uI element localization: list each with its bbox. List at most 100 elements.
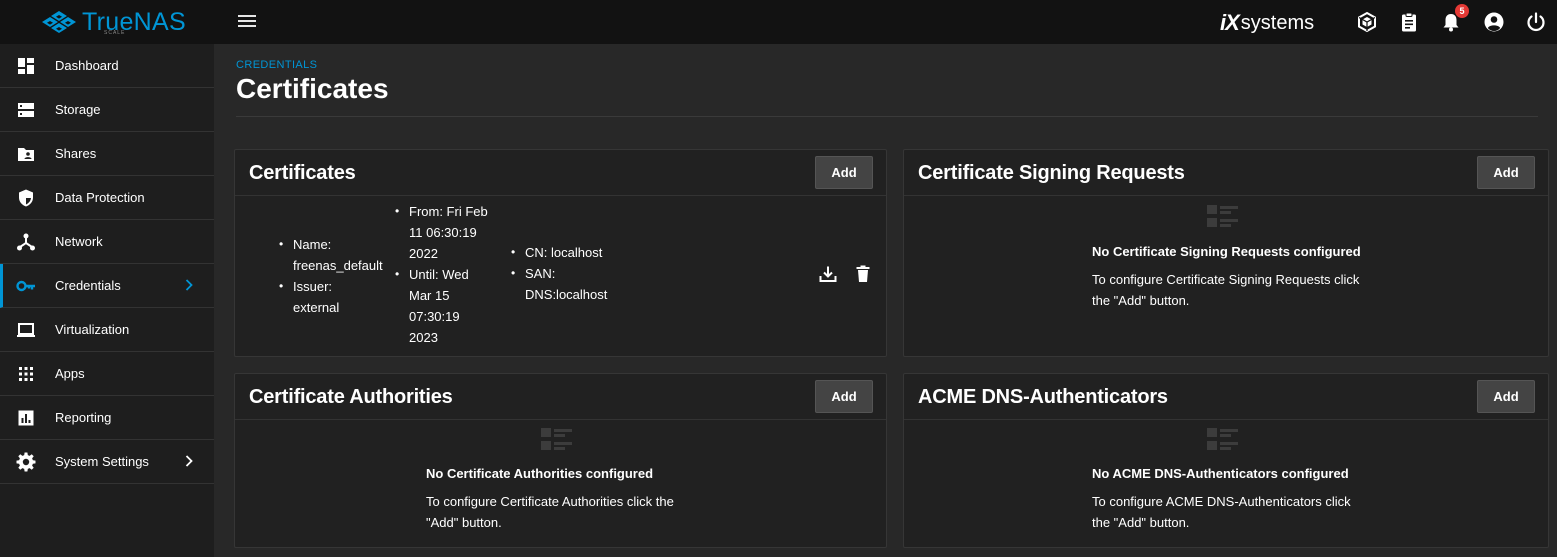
add-certificate-button[interactable]: Add: [815, 156, 873, 189]
sidebar-item-reporting[interactable]: Reporting: [0, 396, 214, 440]
cn-san-column: CN: localhost SAN: DNS:localhost: [511, 242, 651, 305]
empty-list-icon: [541, 428, 572, 450]
empty-text-line2: the "Add" button.: [1092, 293, 1190, 308]
cert-from-line2: 11 06:30:19: [409, 225, 477, 240]
hamburger-icon-bar: [238, 20, 256, 22]
notification-badge: 5: [1455, 4, 1469, 18]
breadcrumb[interactable]: CREDENTIALS: [236, 59, 317, 71]
cert-from-line3: 2022: [409, 246, 438, 261]
list-item: From: Fri Feb 11 06:30:19 2022: [395, 201, 505, 264]
cert-san-label: SAN:: [525, 266, 556, 281]
add-ca-button[interactable]: Add: [815, 380, 873, 413]
empty-text-line1: To configure Certificate Authorities cli…: [426, 494, 674, 509]
card-header: Certificate Signing Requests Add: [904, 150, 1548, 196]
empty-state-title: No Certificate Signing Requests configur…: [1092, 244, 1361, 259]
power-icon[interactable]: [1525, 11, 1547, 33]
sidebar-item-label: Storage: [55, 102, 101, 117]
page-title: Certificates: [236, 73, 389, 104]
list-item: Until: Wed Mar 15 07:30:19 2023: [395, 264, 505, 348]
sidebar-item-label: Credentials: [55, 278, 121, 293]
list-item: Issuer: external: [279, 276, 399, 318]
logo-subtitle: SCALE: [104, 30, 126, 36]
chart-icon: [18, 410, 34, 426]
sidebar-item-label: Network: [55, 234, 103, 249]
sidebar-item-storage[interactable]: Storage: [0, 88, 214, 132]
sidebar: Dashboard Storage Shares Data Protection…: [0, 44, 214, 557]
sidebar-item-label: Dashboard: [55, 58, 119, 73]
sidebar-item-dashboard[interactable]: Dashboard: [0, 44, 214, 88]
shares-icon: [18, 148, 34, 161]
sidebar-item-system-settings[interactable]: System Settings: [0, 440, 214, 484]
empty-text-line2: "Add" button.: [426, 515, 502, 530]
truenas-logo-icon: [42, 11, 76, 33]
empty-state-text: To configure ACME DNS-Authenticators cli…: [1092, 491, 1362, 533]
ix-mark: iX: [1220, 10, 1240, 35]
top-bar: TrueNAS SCALE iX systems 5: [0, 0, 1557, 44]
sidebar-item-label: Data Protection: [55, 190, 145, 205]
cert-until-line1: Until: Wed: [409, 267, 469, 282]
csr-card: Certificate Signing Requests Add No Cert…: [903, 149, 1549, 357]
cert-from-line1: From: Fri Feb: [409, 204, 488, 219]
empty-list-icon: [1207, 428, 1238, 450]
cert-cn: CN: localhost: [525, 245, 603, 260]
add-csr-button[interactable]: Add: [1477, 156, 1535, 189]
empty-text-line2: the "Add" button.: [1092, 515, 1190, 530]
empty-text-line1: To configure Certificate Signing Request…: [1092, 272, 1360, 287]
list-item: Name: freenas_default: [279, 234, 399, 276]
delete-icon[interactable]: [853, 264, 873, 284]
network-icon: [17, 233, 35, 251]
account-circle-icon[interactable]: [1483, 11, 1505, 33]
storage-icon: [18, 103, 34, 117]
add-acme-button[interactable]: Add: [1477, 380, 1535, 413]
dashboard-icon: [18, 58, 34, 74]
chevron-right-icon: [185, 279, 193, 291]
sidebar-item-apps[interactable]: Apps: [0, 352, 214, 396]
hamburger-icon-bar: [238, 25, 256, 27]
certificates-card: Certificates Add Name: freenas_default Is…: [234, 149, 887, 357]
card-header: Certificates Add: [235, 150, 886, 196]
sidebar-item-virtualization[interactable]: Virtualization: [0, 308, 214, 352]
chevron-right-icon: [185, 455, 193, 467]
sidebar-item-label: Apps: [55, 366, 85, 381]
cert-issuer-value: external: [293, 300, 340, 315]
empty-state-title: No Certificate Authorities configured: [426, 466, 654, 481]
truecommand-icon[interactable]: [1356, 11, 1378, 33]
menu-toggle-button[interactable]: [236, 12, 258, 32]
shield-icon: [19, 189, 33, 207]
empty-state-text: To configure Certificate Authorities cli…: [426, 491, 696, 533]
ixsystems-logo[interactable]: iX systems: [1220, 9, 1314, 37]
sidebar-item-credentials[interactable]: Credentials: [0, 264, 214, 308]
cert-until-line2: Mar 15: [409, 288, 450, 303]
name-issuer-column: Name: freenas_default Issuer: external: [279, 234, 399, 318]
cert-san-value: DNS:localhost: [525, 287, 608, 302]
cert-issuer-label: Issuer:: [293, 279, 333, 294]
laptop-icon: [17, 323, 35, 337]
gear-icon: [16, 452, 36, 472]
cert-name-value: freenas_default: [293, 258, 383, 273]
empty-text-line1: To configure ACME DNS-Authenticators cli…: [1092, 494, 1351, 509]
truenas-logo[interactable]: TrueNAS SCALE: [40, 6, 186, 38]
validity-column: From: Fri Feb 11 06:30:19 2022 Until: Wed M…: [395, 201, 505, 348]
card-title: Certificate Signing Requests: [918, 162, 1185, 184]
empty-state-text: To configure Certificate Signing Request…: [1092, 269, 1362, 311]
sidebar-item-shares[interactable]: Shares: [0, 132, 214, 176]
hamburger-icon-bar: [238, 15, 256, 17]
logo-text: TrueNAS: [82, 7, 186, 36]
card-header: Certificate Authorities Add: [235, 374, 886, 420]
sidebar-item-label: Virtualization: [55, 322, 130, 337]
card-header: ACME DNS-Authenticators Add: [904, 374, 1548, 420]
sidebar-item-label: Shares: [55, 146, 97, 161]
card-title: Certificate Authorities: [249, 386, 453, 408]
cert-name-label: Name:: [293, 237, 332, 252]
empty-list-icon: [1207, 205, 1238, 227]
systems-text: systems: [1240, 11, 1315, 34]
empty-state-title: No ACME DNS-Authenticators configured: [1092, 466, 1349, 481]
list-item: CN: localhost: [511, 242, 651, 263]
clipboard-tasks-icon[interactable]: [1398, 11, 1420, 33]
sidebar-item-network[interactable]: Network: [0, 220, 214, 264]
sidebar-item-data-protection[interactable]: Data Protection: [0, 176, 214, 220]
ca-card: Certificate Authorities Add No Certifica…: [234, 373, 887, 548]
cert-until-line4: 2023: [409, 330, 438, 345]
card-title: ACME DNS-Authenticators: [918, 386, 1168, 408]
download-icon[interactable]: [818, 264, 838, 284]
